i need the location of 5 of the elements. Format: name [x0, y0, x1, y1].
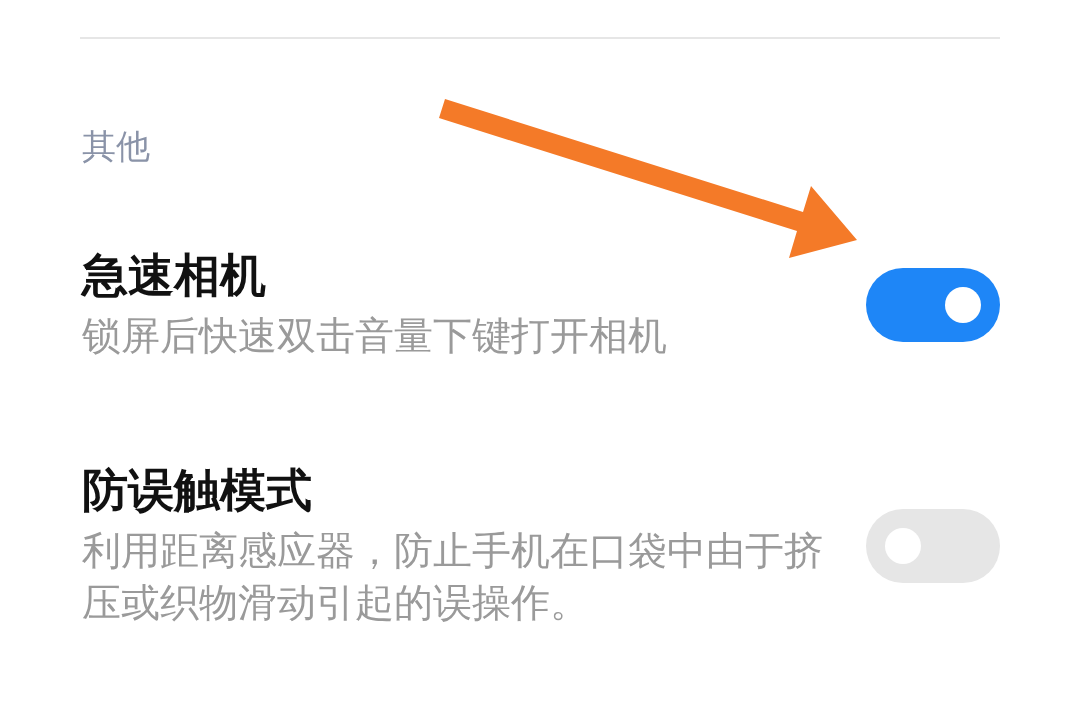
section-header: 其他 [82, 126, 151, 167]
setting-title: 防误触模式 [82, 462, 313, 518]
setting-description: 锁屏后快速双击音量下键打开相机 [82, 312, 668, 360]
setting-description: 利用距离感应器，防止手机在口袋中由于挤压或织物滑动引起的误操作。 [82, 527, 824, 627]
setting-title: 急速相机 [82, 247, 267, 303]
